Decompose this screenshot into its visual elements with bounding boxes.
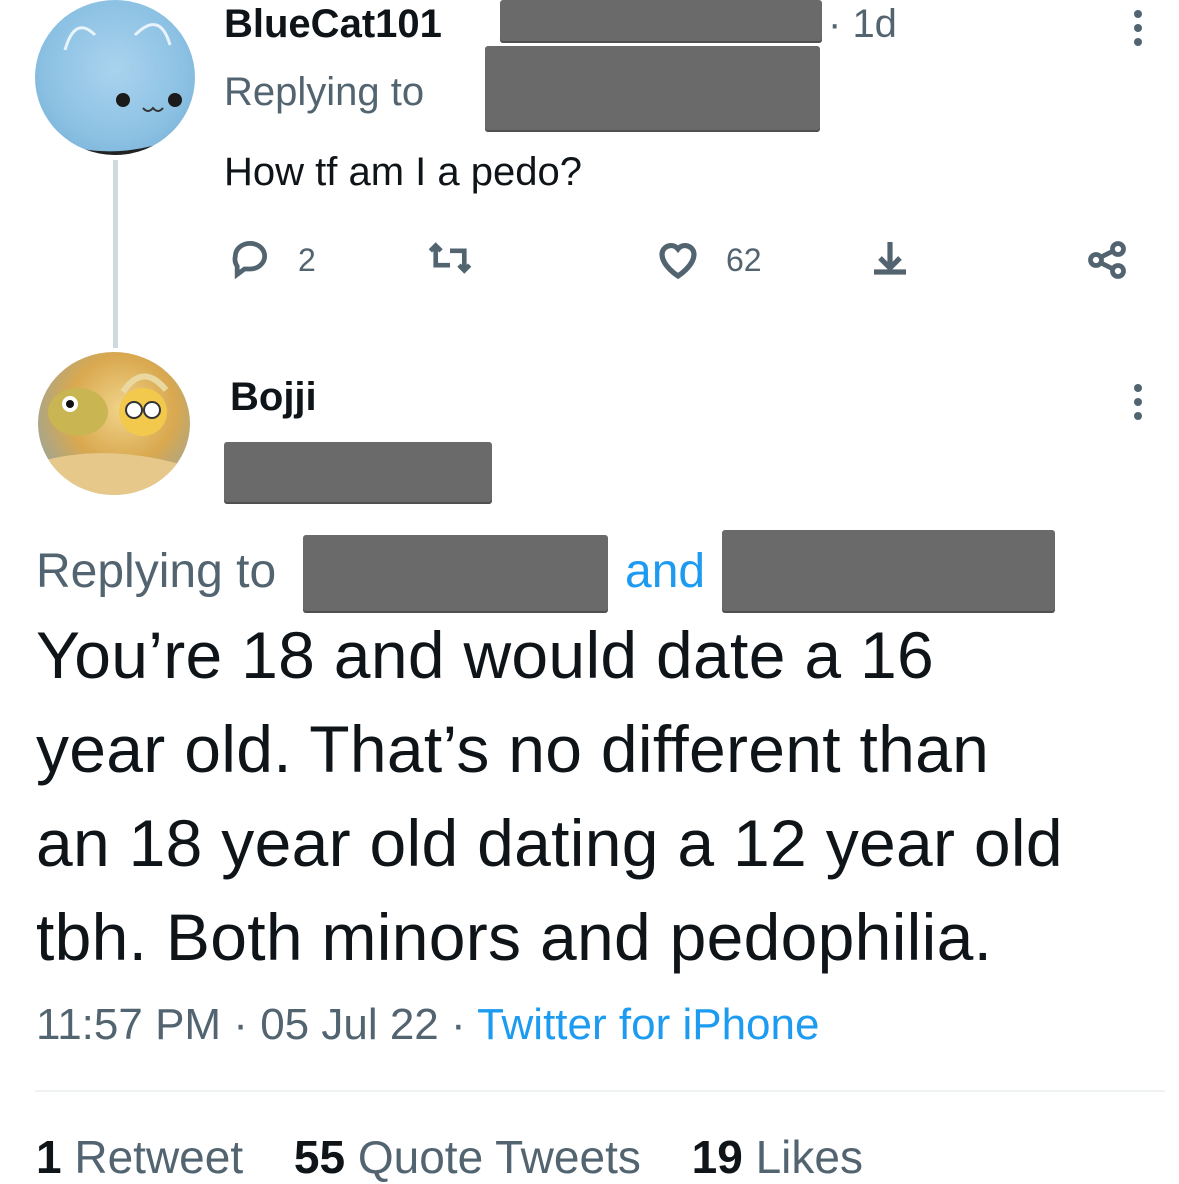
more-icon[interactable] — [1134, 10, 1142, 52]
redacted-reply-target-1 — [303, 535, 608, 613]
quotes-stat[interactable]: 55 Quote Tweets — [294, 1131, 641, 1183]
share-button[interactable] — [866, 236, 914, 289]
like-button[interactable] — [654, 236, 702, 285]
retweet-icon — [428, 242, 472, 274]
reply-button[interactable] — [228, 236, 272, 285]
like-count: 62 — [726, 242, 762, 278]
like-icon — [659, 243, 697, 280]
main-more-icon[interactable] — [1134, 384, 1142, 426]
reply-icon — [232, 240, 268, 280]
quotes-count: 55 — [293, 1131, 346, 1183]
main-display-name[interactable]: Bojji — [230, 375, 317, 420]
main-text-line: You’re 18 and would date a 16 — [36, 618, 934, 692]
reply-time-ago[interactable]: · 1d — [828, 2, 897, 47]
share-link-icon — [1088, 241, 1126, 279]
retweet-button[interactable] — [425, 236, 475, 285]
retweets-stat[interactable]: 1 Retweet — [36, 1131, 243, 1183]
main-text-line: tbh. Both minors and pedophilia. — [36, 900, 993, 974]
share-icon — [874, 242, 906, 275]
redacted-replying-handle — [485, 46, 820, 132]
likes-count: 19 — [691, 1131, 743, 1183]
redacted-main-username — [224, 442, 492, 504]
tweet-date[interactable]: 05 Jul 22 — [260, 1000, 439, 1049]
thread-connector-line — [113, 160, 118, 348]
reply-time-value: 1d — [852, 2, 897, 46]
retweets-label: Retweet — [74, 1131, 244, 1183]
avatar-bluecat101[interactable] — [35, 0, 195, 155]
avatar-bojji[interactable] — [38, 352, 190, 495]
tweet-time[interactable]: 11:57 PM — [36, 1000, 221, 1049]
redacted-username — [500, 0, 822, 43]
tweet-stats: 1 Retweet 55 Quote Tweets 19 Likes — [36, 1130, 863, 1184]
main-tweet-text: You’re 18 and would date a 16 year old. … — [36, 608, 1063, 984]
tweet-meta: 11:57 PM · 05 Jul 22 · Twitter for iPhon… — [36, 1000, 820, 1049]
retweets-count: 1 — [36, 1131, 62, 1183]
likes-label: Likes — [755, 1131, 863, 1183]
main-text-line: year old. That’s no different than — [36, 712, 990, 786]
reply-text: How tf am I a pedo? — [224, 150, 582, 194]
likes-stat[interactable]: 19 Likes — [692, 1131, 863, 1183]
quotes-label: Quote Tweets — [357, 1131, 641, 1183]
share-link-button[interactable] — [1084, 238, 1130, 287]
divider — [35, 1090, 1165, 1092]
replying-and-label: and — [625, 545, 706, 598]
main-replying-to-label: Replying to — [36, 545, 277, 598]
reply-replying-to-label: Replying to — [224, 70, 425, 114]
main-text-line: an 18 year old dating a 12 year old — [36, 806, 1063, 880]
redacted-reply-target-2 — [722, 530, 1055, 613]
reply-count: 2 — [298, 242, 316, 278]
reply-display-name[interactable]: BlueCat101 — [224, 2, 442, 47]
tweet-source-link[interactable]: Twitter for iPhone — [477, 1000, 819, 1049]
